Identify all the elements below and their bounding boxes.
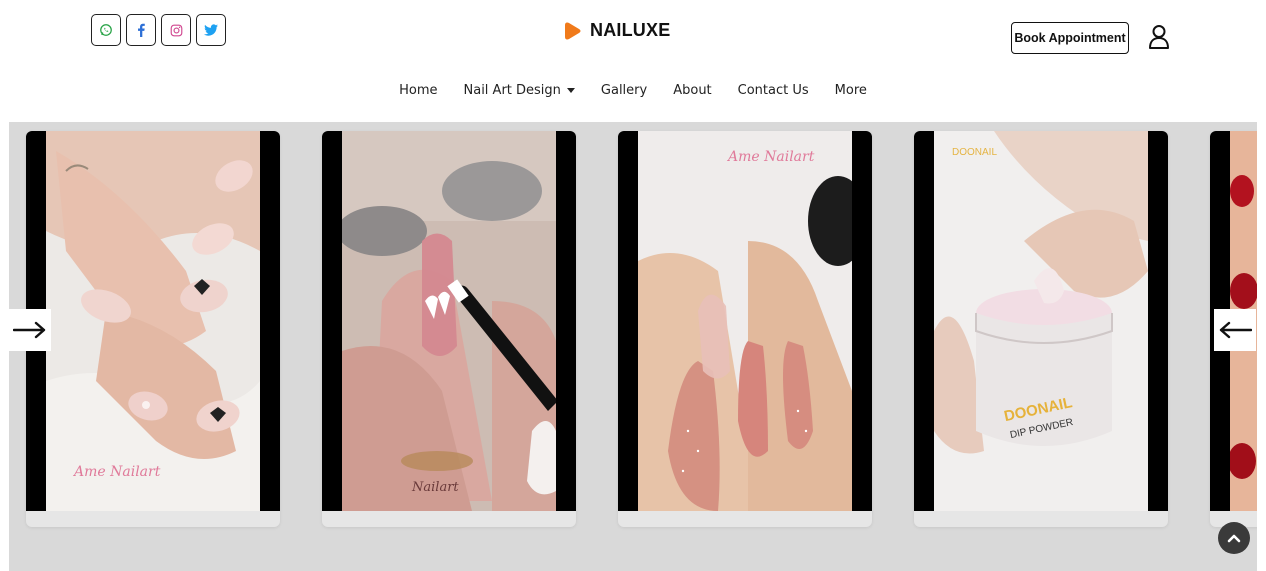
carousel-next-button[interactable]: [1214, 309, 1256, 351]
nav-item-about[interactable]: About: [660, 83, 724, 98]
twitter-icon: [204, 24, 218, 36]
glitter-almond-nails-photo: Ame Nailart: [638, 131, 852, 511]
nav-label: Home: [399, 83, 438, 98]
nav-label: Gallery: [600, 83, 648, 98]
arrow-right-icon: [13, 321, 46, 339]
brand-name: NAILUXE: [590, 20, 671, 40]
facebook-button[interactable]: [126, 14, 156, 46]
book-appointment-button[interactable]: Book Appointment: [1011, 22, 1129, 54]
svg-text:Ame Nailart: Ame Nailart: [72, 464, 161, 480]
brand-logo[interactable]: NAILUXE: [562, 20, 670, 41]
nav-label: Contact Us: [737, 83, 809, 98]
nav-label: About: [673, 83, 712, 98]
gallery-card-3[interactable]: Ame Nailart: [618, 131, 872, 527]
brand-mark-icon: [565, 22, 581, 39]
nav-label: More: [834, 83, 867, 98]
social-links: [91, 14, 226, 46]
twitter-button[interactable]: [196, 14, 226, 46]
gallery-card-1[interactable]: Ame Nailart: [26, 131, 280, 527]
facebook-icon: [138, 23, 145, 37]
dip-powder-jar-photo: DOONAIL DIP POWDER DOONAIL: [934, 131, 1148, 511]
gallery-card-4[interactable]: DOONAIL DIP POWDER DOONAIL: [914, 131, 1168, 527]
whatsapp-icon: [100, 24, 112, 36]
nav-item-home[interactable]: Home: [386, 83, 450, 98]
instagram-button[interactable]: [161, 14, 191, 46]
whatsapp-button[interactable]: [91, 14, 121, 46]
nav-item-nail-art-design[interactable]: Nail Art Design: [451, 83, 588, 98]
svg-text:Nailart: Nailart: [411, 480, 459, 495]
scroll-to-top-button[interactable]: [1218, 522, 1250, 554]
nail-art-hearts-photo: Ame Nailart: [46, 131, 260, 511]
nail-painting-brush-photo: Nailart: [342, 131, 556, 511]
nav-item-more[interactable]: More: [822, 83, 880, 98]
carousel-prev-button[interactable]: [9, 309, 51, 351]
chevron-up-icon: [1227, 534, 1241, 543]
arrow-left-icon: [1219, 321, 1252, 339]
main-nav: Home Nail Art Design Gallery About Conta…: [0, 83, 1266, 98]
nav-item-gallery[interactable]: Gallery: [588, 83, 660, 98]
gallery-card-2[interactable]: Nailart: [322, 131, 576, 527]
instagram-icon: [170, 24, 182, 36]
nav-label: Nail Art Design: [463, 83, 561, 98]
svg-text:Ame Nailart: Ame Nailart: [726, 149, 815, 165]
svg-text:DOONAIL: DOONAIL: [952, 147, 997, 158]
caret-down-icon: [566, 88, 575, 93]
user-account-button[interactable]: [1147, 24, 1171, 50]
nav-item-contact-us[interactable]: Contact Us: [725, 83, 822, 98]
gallery-carousel: Ame Nailart Nailart Ame Nailart DOONAIL …: [9, 122, 1257, 571]
user-icon: [1149, 25, 1169, 49]
